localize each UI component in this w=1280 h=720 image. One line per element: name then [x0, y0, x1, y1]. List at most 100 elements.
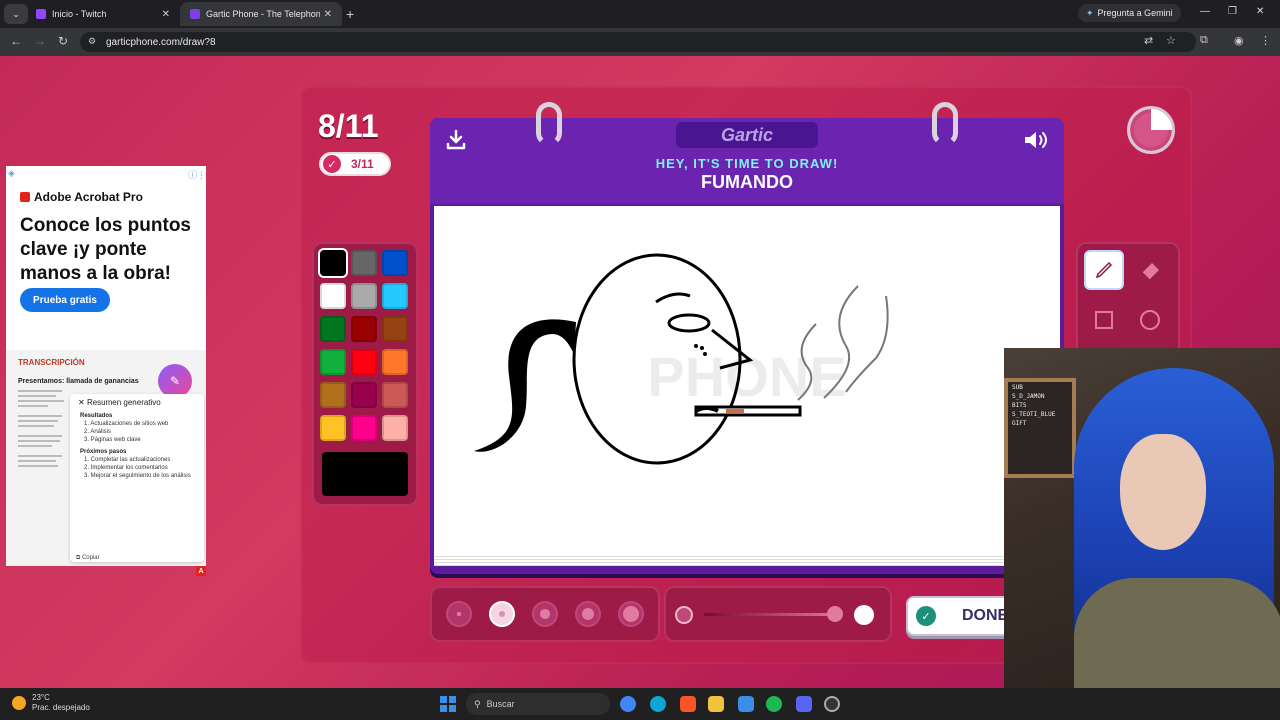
drawing-board: Gartic HEY, IT'S TIME TO DRAW! FUMANDO P… [430, 102, 1064, 574]
brush-size-option[interactable] [618, 601, 644, 627]
ad-doc-title: Presentamos: llamada de ganancias [18, 378, 139, 385]
adobe-logo-icon [20, 192, 30, 202]
brush-size-dot [623, 606, 639, 622]
color-swatch[interactable] [382, 316, 408, 342]
color-swatch[interactable] [351, 349, 377, 375]
opacity-min-icon [675, 606, 693, 624]
color-swatch[interactable] [320, 316, 346, 342]
brush-size-option[interactable] [532, 601, 558, 627]
color-swatch[interactable] [351, 283, 377, 309]
minimize-button[interactable]: — [1200, 6, 1210, 17]
eraser-tool-button[interactable] [1130, 250, 1170, 290]
color-swatch[interactable] [382, 250, 408, 276]
ad-panel-title: ✕ Resumen generativo [78, 398, 161, 407]
site-info-icon[interactable]: ⚙ [88, 36, 96, 47]
color-swatch[interactable] [351, 415, 377, 441]
drawing-freckle [694, 344, 698, 348]
tab-close-icon[interactable]: ✕ [162, 9, 170, 20]
rectangle-outline-tool-button[interactable] [1084, 300, 1124, 340]
address-bar[interactable]: ⚙ garticphone.com/draw?8 [80, 32, 1196, 52]
gemini-label: Pregunta a Gemini [1097, 8, 1173, 18]
taskbar-search[interactable]: ⚲ Buscar [466, 693, 610, 715]
forward-icon[interactable]: → [34, 34, 46, 48]
paper-edge [434, 554, 1060, 566]
store-icon[interactable] [738, 696, 754, 712]
color-swatch[interactable] [320, 349, 346, 375]
brush-size-option[interactable] [575, 601, 601, 627]
square-outline-icon [1095, 311, 1113, 329]
adobe-ad[interactable]: ◈ ⓘ⋮ Adobe Acrobat Pro Conoce los puntos… [6, 166, 206, 566]
color-swatch[interactable] [382, 382, 408, 408]
reload-icon[interactable]: ↻ [58, 34, 68, 48]
drawing-eye [667, 313, 711, 333]
tab-gartic[interactable]: Gartic Phone - The Telephone G ✕ [180, 2, 342, 26]
check-icon: ✓ [916, 606, 936, 626]
tab-search-button[interactable]: ⌄ [4, 4, 28, 24]
chalkboard-line: BITS [1012, 402, 1027, 409]
weather-temp: 23°C [32, 693, 50, 702]
color-swatch[interactable] [320, 415, 346, 441]
brush-size-option[interactable] [446, 601, 472, 627]
gemini-button[interactable]: ✦ Pregunta a Gemini [1078, 4, 1181, 22]
opacity-knob[interactable] [827, 606, 843, 622]
players-done-count: 3/11 [351, 157, 374, 171]
translate-icon[interactable]: ⇄ [1144, 34, 1153, 47]
url-text: garticphone.com/draw?8 [106, 36, 216, 48]
gartic-logo: Gartic [676, 122, 818, 148]
edge-icon[interactable] [650, 696, 666, 712]
ad-cta-button[interactable]: Prueba gratis [20, 288, 110, 312]
file-explorer-icon[interactable] [708, 696, 724, 712]
chalkboard-line: S_TEOTI_BLUE [1012, 411, 1056, 418]
profile-icon[interactable]: ◉ [1234, 34, 1244, 47]
ad-info-icon[interactable]: ⓘ⋮ [188, 168, 206, 181]
opacity-track[interactable] [704, 613, 842, 616]
spotify-icon[interactable] [766, 696, 782, 712]
color-swatch[interactable] [382, 415, 408, 441]
adchoices-icon[interactable]: ◈ [8, 168, 15, 179]
color-swatch[interactable] [351, 316, 377, 342]
color-swatch[interactable] [320, 250, 346, 276]
windows-start-icon[interactable] [440, 696, 456, 712]
weather-widget[interactable]: 23°C Prac. despejado [12, 693, 90, 713]
restore-button[interactable]: ❐ [1228, 6, 1237, 17]
binder-ring [932, 102, 958, 146]
color-swatch[interactable] [320, 382, 346, 408]
ellipse-outline-tool-button[interactable] [1130, 300, 1170, 340]
obs-icon[interactable] [824, 696, 840, 712]
ad-next-item: 3. Mejorar el seguimiento de los análisi… [84, 473, 191, 479]
weather-icon [12, 696, 26, 710]
pen-icon [1095, 261, 1113, 279]
chrome-icon[interactable] [620, 696, 636, 712]
brave-icon[interactable] [680, 696, 696, 712]
ad-result-item: 3. Páginas web clave [84, 437, 141, 443]
new-tab-button[interactable]: + [346, 6, 354, 22]
ad-badge: A [196, 566, 206, 576]
download-icon[interactable] [444, 128, 468, 152]
discord-icon[interactable] [796, 696, 812, 712]
back-icon[interactable]: ← [10, 34, 22, 48]
tab-close-icon[interactable]: ✕ [324, 9, 332, 20]
close-window-button[interactable]: ✕ [1256, 6, 1264, 17]
search-placeholder: Buscar [486, 699, 515, 709]
color-swatch[interactable] [382, 283, 408, 309]
color-swatch[interactable] [351, 250, 377, 276]
gemini-icon: ✦ [1086, 7, 1094, 18]
color-swatch[interactable] [382, 349, 408, 375]
pen-tool-button[interactable] [1084, 250, 1124, 290]
extensions-icon[interactable]: ⧉ [1200, 34, 1208, 47]
volume-icon[interactable] [1022, 128, 1050, 152]
draw-prompt-word: FUMANDO [701, 172, 793, 192]
color-swatch[interactable] [320, 283, 346, 309]
tab-title: Inicio - Twitch [52, 9, 107, 19]
drawing-canvas[interactable]: PHONE [434, 206, 1060, 554]
tab-twitch[interactable]: Inicio - Twitch ✕ [26, 2, 180, 26]
weather-desc: Prac. despejado [32, 703, 90, 712]
brush-size-dot [540, 609, 550, 619]
board-header: Gartic HEY, IT'S TIME TO DRAW! FUMANDO [430, 118, 1064, 204]
brush-size-option[interactable] [489, 601, 515, 627]
menu-icon[interactable]: ⋮ [1260, 34, 1271, 47]
ad-headline: Conoce los puntos clave ¡y ponte manos a… [20, 215, 191, 284]
color-swatch[interactable] [351, 382, 377, 408]
ad-doc-lines [18, 390, 68, 470]
bookmark-star-icon[interactable]: ☆ [1166, 34, 1176, 47]
